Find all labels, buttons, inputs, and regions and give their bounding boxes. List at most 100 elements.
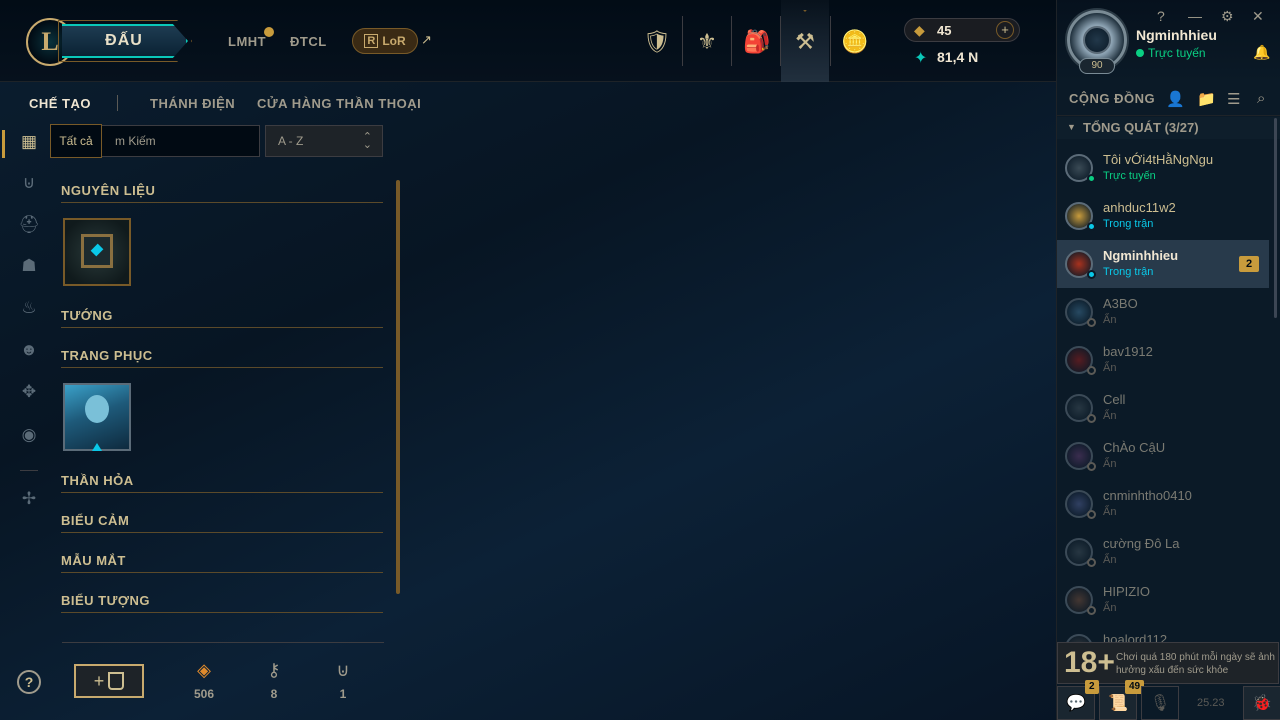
plus-icon: + [93, 670, 105, 691]
keys-value: 8 [270, 687, 278, 701]
friend-row[interactable]: A3BO Ẩn [1057, 288, 1269, 336]
divider [61, 612, 383, 613]
loot-scrollbar[interactable] [396, 180, 400, 594]
friend-name: cường Đô La [1103, 536, 1180, 551]
chest-icon: ⊍ [336, 660, 350, 680]
eye-color-icon[interactable]: ✥ [18, 381, 40, 403]
buy-rp-button[interactable]: + [996, 21, 1014, 39]
store-coins-icon[interactable]: 🪙 [831, 20, 879, 64]
chevron-updown-icon: ⌃ ⌄ [362, 131, 372, 151]
champion-helmet-icon[interactable]: ⛑ [18, 214, 40, 236]
category-emotes: BIỂU CẢM [61, 513, 130, 528]
tab-sanctum[interactable]: THÁNH ĐIỆN [150, 96, 235, 111]
voice-button[interactable]: 🎙 [1141, 686, 1179, 720]
friend-row[interactable]: cường Đô La Ẩn [1057, 528, 1269, 576]
friend-status: Ẩn [1103, 506, 1117, 518]
other-loot-icon[interactable]: ✢ [18, 488, 40, 510]
help-button[interactable]: ? [17, 670, 41, 694]
external-link-icon: ↗ [421, 32, 432, 47]
friend-row[interactable]: anhduc11w2 Trong trận [1057, 192, 1269, 240]
category-icons: BIỂU TƯỢNG [61, 593, 150, 608]
clash-trophy-icon[interactable]: 🛡 [633, 20, 681, 64]
divider [61, 572, 383, 573]
loot-item-hextech-chest[interactable] [63, 218, 131, 286]
bug-report-button[interactable]: 🐞 [1243, 686, 1280, 720]
chests-value: 1 [339, 687, 347, 701]
lor-logo-icon: R [364, 34, 379, 48]
friend-row[interactable]: bav1912 Ẩn [1057, 336, 1269, 384]
friend-name: Tôi vỚi4tHằNgNgu [1103, 152, 1214, 167]
riot-points-icon: ◆ [914, 22, 925, 38]
league-client: L ĐẤU LMHT ĐTCL R LoR ↗ 🛡 ⚜ 🎒 ⚒ 🪙 ◆ 45 + … [0, 0, 1280, 720]
status-dot [1087, 318, 1096, 327]
all-grid-icon[interactable]: ▦ [18, 131, 40, 153]
tab-crafting[interactable]: CHẾ TẠO [29, 96, 91, 111]
nav-dtcl[interactable]: ĐTCL [290, 34, 327, 49]
tab-mythic-shop[interactable]: CỬA HÀNG THẦN THOẠI [257, 96, 421, 111]
lor-button[interactable]: R LoR [352, 28, 418, 54]
friend-status: Ẩn [1103, 458, 1117, 470]
blue-essence-value: 81,4 N [937, 49, 979, 65]
friend-row[interactable]: ChÀo CậU Ẩn [1057, 432, 1269, 480]
skin-mask-icon[interactable]: ☗ [18, 255, 40, 277]
microphone-icon: 🎙 [1149, 695, 1171, 712]
friend-row[interactable]: HIPIZIO Ẩn [1057, 576, 1269, 624]
friend-status: Trong trận [1103, 266, 1154, 278]
search-input[interactable]: m Kiếm [98, 125, 260, 157]
divider [62, 642, 384, 643]
sort-dropdown[interactable]: A - Z ⌃ ⌄ [265, 125, 383, 157]
friend-row[interactable]: cnminhtho0410 Ẩn [1057, 480, 1269, 528]
active-filter-indicator [2, 130, 5, 158]
divider [61, 327, 383, 328]
chat-badge: 2 [1085, 680, 1099, 694]
profile-icon-icon[interactable]: ◉ [18, 424, 40, 446]
friend-row[interactable]: Ngminhhieu Trong trận 2 [1057, 240, 1269, 288]
divider [61, 202, 383, 203]
scroll-icon: 📜 [1108, 695, 1128, 712]
play-button[interactable]: ĐẤU [62, 24, 188, 58]
category-champions: TƯỚNG [61, 308, 113, 323]
chest-filter-icon[interactable]: ⊍ [18, 172, 40, 194]
friend-status: Trong trận [1103, 218, 1154, 230]
rarity-triangle-icon [92, 443, 102, 451]
age-warning-text: Chơi quá 180 phút mỗi ngày sẽ ảnh hưởng … [1116, 652, 1275, 676]
emote-smiley-icon[interactable]: ☻ [18, 339, 40, 361]
friend-status: Ẩn [1103, 362, 1117, 374]
friend-name: Cell [1103, 392, 1126, 407]
divider [61, 532, 383, 533]
social-panel: 90 Ngminhhieu Trực tuyến ? — ⚙ ✕ 🔔 CỘNG … [1056, 0, 1280, 720]
friend-status: Ẩn [1103, 602, 1117, 614]
add-chest-button[interactable]: + [74, 664, 144, 698]
filter-tooltip: Tất cả [50, 124, 102, 158]
friend-name: A3BO [1103, 296, 1138, 311]
notification-dot [264, 27, 274, 37]
friend-status: Ẩn [1103, 554, 1117, 566]
friend-status: Trực tuyến [1103, 170, 1156, 182]
divider [117, 95, 118, 111]
top-navigation-bar: L ĐẤU LMHT ĐTCL R LoR ↗ 🛡 ⚜ 🎒 ⚒ 🪙 ◆ 45 + … [0, 0, 1056, 82]
friend-avatar [1065, 634, 1093, 642]
champion-portrait [85, 395, 109, 423]
challenges-icon[interactable]: ⚜ [683, 20, 731, 64]
divider [61, 492, 383, 493]
nav-lmht[interactable]: LMHT [228, 34, 266, 49]
friend-row[interactable]: Cell Ẩn [1057, 384, 1269, 432]
friend-list: Tôi vỚi4tHằNgNgu Trực tuyến anhduc11w2 Tron… [1057, 0, 1280, 642]
friend-name: anhduc11w2 [1103, 200, 1176, 215]
orange-essence-icon: ◈ [197, 660, 211, 680]
friend-name: hoalord112 [1103, 632, 1168, 642]
divider [731, 16, 732, 66]
lor-label: LoR [382, 34, 406, 48]
crafting-hammer-icon[interactable]: ⚒ [781, 20, 829, 64]
category-skins: TRANG PHỤC [61, 348, 153, 363]
friend-row[interactable]: hoalord112 [1057, 624, 1269, 642]
unread-badge: 2 [1239, 256, 1259, 272]
sort-value: A - Z [278, 134, 304, 148]
ward-flame-icon[interactable]: ♨ [18, 297, 40, 319]
friend-name: Ngminhhieu [1103, 248, 1179, 263]
collection-bag-icon[interactable]: 🎒 [733, 20, 781, 64]
friend-row[interactable]: Tôi vỚi4tHằNgNgu Trực tuyến [1057, 144, 1269, 192]
chest-icon [108, 672, 125, 690]
loot-item-skin-shard[interactable] [63, 383, 131, 451]
riot-points-value: 45 [937, 23, 952, 38]
